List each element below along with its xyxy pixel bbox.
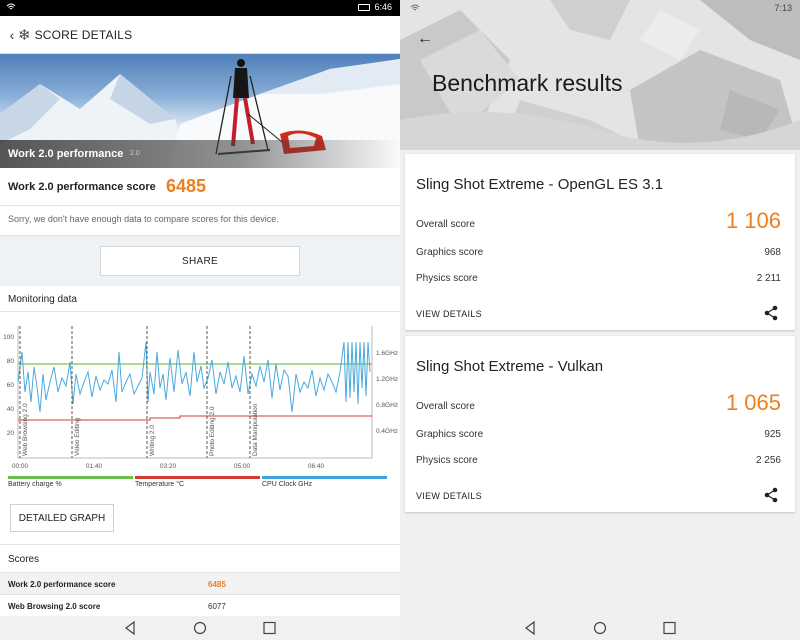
phase-marker-label: Writing 2.0 — [149, 425, 156, 456]
phase-marker-label: Video Editing — [74, 417, 81, 456]
left-screenshot: 6:46 ‹ ❄ SCORE DETAILS Work 2.0 performa… — [0, 0, 400, 640]
view-details-button[interactable]: VIEW DETAILS — [416, 491, 482, 501]
physics-score-label: Physics score — [416, 273, 478, 284]
snowflake-icon: ❄ — [18, 26, 31, 44]
right-screenshot: 7:13 ← Benchmark results Sling Shot Extr… — [400, 0, 800, 640]
comparison-notice: Sorry, we don't have enough data to comp… — [0, 206, 400, 236]
share-icon[interactable] — [763, 305, 779, 321]
score-name: Work 2.0 performance score — [8, 580, 116, 589]
y-tick-label: 80 — [7, 358, 15, 365]
score-row: Work 2.0 performance score 6485 — [0, 168, 400, 206]
monitoring-header: Monitoring data — [0, 286, 400, 312]
legend-cpu: CPU Clock GHz — [262, 476, 387, 490]
wifi-icon — [410, 4, 420, 11]
legend-battery-swatch — [8, 476, 133, 479]
status-bar: 7:13 — [400, 0, 800, 16]
x-tick-label: 06:40 — [308, 463, 325, 470]
legend-battery-label: Battery charge % — [8, 481, 62, 488]
legend-battery: Battery charge % — [8, 476, 133, 490]
legend-temperature-label: Temperature °C — [135, 481, 185, 488]
physics-score-value: 2 211 — [756, 273, 781, 284]
navigation-bar — [400, 616, 800, 640]
card-title: Sling Shot Extreme - OpenGL ES 3.1 — [416, 176, 664, 193]
detailed-graph-section: DETAILED GRAPH — [0, 492, 400, 544]
y-tick-label: 60 — [7, 382, 15, 389]
nav-back-icon[interactable] — [125, 620, 135, 636]
hero-caption: Work 2.0 performance — [8, 148, 124, 160]
overall-score-label: Overall score — [416, 401, 475, 412]
score-value: 6485 — [166, 176, 207, 196]
back-arrow-icon[interactable]: ← — [414, 28, 436, 50]
skier-head — [237, 59, 245, 67]
comparison-notice-text: Sorry, we don't have enough data to comp… — [8, 214, 279, 224]
right-tick-label: 0.4GHz — [376, 428, 398, 435]
table-row: Work 2.0 performance score 6485 — [0, 572, 400, 594]
right-tick-label: 0.8GHz — [376, 402, 398, 409]
table-row: Web Browsing 2.0 score 6077 — [0, 594, 400, 616]
phase-marker-label: Data Manipulation — [252, 403, 259, 456]
cpu-clock-series — [17, 341, 371, 413]
scores-header: Scores — [0, 544, 400, 572]
skier-body — [233, 68, 249, 98]
x-tick-label: 03:20 — [160, 463, 177, 470]
status-bar: 6:46 — [0, 0, 400, 16]
physics-score-label: Physics score — [416, 455, 478, 466]
temperature-series — [18, 415, 372, 421]
y-tick-label: 40 — [7, 406, 15, 413]
legend-temperature: Temperature °C — [135, 476, 260, 490]
hero-caption-bar: Work 2.0 performance 2.0 — [0, 140, 400, 168]
nav-home-icon[interactable] — [593, 621, 607, 635]
overall-score-value: 1 106 — [725, 208, 781, 233]
overall-score-value: 1 065 — [725, 390, 781, 415]
score-label: Work 2.0 performance score — [8, 181, 156, 193]
graphics-score-value: 968 — [764, 247, 781, 258]
x-tick-label: 00:00 — [12, 463, 29, 470]
status-time: 7:13 — [774, 3, 792, 13]
right-tick-label: 1.6GHz — [376, 350, 398, 357]
x-tick-label: 01:40 — [86, 463, 103, 470]
app-bar: ‹ ❄ SCORE DETAILS — [0, 16, 400, 54]
card-title: Sling Shot Extreme - Vulkan — [416, 358, 604, 375]
share-button[interactable]: SHARE — [100, 246, 300, 276]
page-title: Benchmark results — [432, 70, 623, 96]
overall-score-label: Overall score — [416, 219, 475, 230]
legend-cpu-label: CPU Clock GHz — [262, 481, 313, 488]
wifi-icon — [6, 3, 16, 10]
score-value-cell: 6077 — [208, 602, 226, 611]
nav-home-icon[interactable] — [193, 621, 207, 635]
monitoring-title: Monitoring data — [8, 294, 77, 305]
legend-temperature-swatch — [135, 476, 260, 479]
page-title: SCORE DETAILS — [34, 27, 133, 42]
y-tick-label: 100 — [3, 334, 14, 341]
legend-cpu-swatch — [262, 476, 387, 479]
score-name: Web Browsing 2.0 score — [8, 602, 101, 611]
battery-icon — [358, 3, 371, 11]
nav-back-icon[interactable] — [525, 620, 535, 636]
physics-score-value: 2 256 — [755, 455, 781, 466]
graphics-score-label: Graphics score — [416, 429, 484, 440]
result-card-vulkan: Sling Shot Extreme - Vulkan Overall scor… — [405, 336, 795, 512]
hero-version: 2.0 — [130, 150, 140, 157]
detailed-graph-button[interactable]: DETAILED GRAPH — [10, 504, 114, 532]
y-tick-label: 20 — [7, 430, 15, 437]
navigation-bar — [0, 616, 400, 640]
status-time: 6:46 — [374, 2, 392, 12]
share-section: SHARE — [0, 237, 400, 285]
share-icon[interactable] — [763, 487, 779, 503]
graphics-score-value: 925 — [764, 429, 781, 440]
score-value-cell: 6485 — [208, 580, 226, 589]
nav-recents-icon[interactable] — [263, 621, 276, 635]
nav-recents-icon[interactable] — [663, 621, 676, 635]
monitoring-chart: 100 80 60 40 20 1.6GHz 1.2GHz 0.8GHz 0.4GHz 00:… — [0, 312, 400, 492]
hero-image: Work 2.0 performance 2.0 — [0, 54, 400, 168]
view-details-button[interactable]: VIEW DETAILS — [416, 309, 482, 319]
scores-title: Scores — [8, 554, 40, 565]
right-tick-label: 1.2GHz — [376, 376, 398, 383]
phase-marker-label: Web Browsing 2.0 — [22, 403, 29, 456]
phase-marker-label: Photo Editing 2.0 — [209, 406, 216, 456]
graphics-score-label: Graphics score — [416, 247, 484, 258]
header-banner: 7:13 ← Benchmark results — [400, 0, 800, 150]
x-tick-label: 05:00 — [234, 463, 251, 470]
result-card-opengl: Sling Shot Extreme - OpenGL ES 3.1 Overa… — [405, 154, 795, 330]
